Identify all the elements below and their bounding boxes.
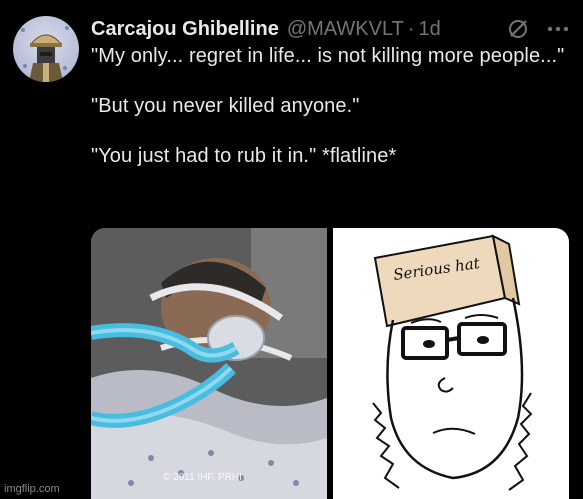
grok-icon[interactable] [507,18,529,40]
tweet-paragraph: "But you never killed anyone." [91,95,360,117]
user-handle[interactable]: @MAWKVLT [287,18,404,41]
tweet-paragraph: "You just had to rub it in." *flatline* [91,145,397,167]
avatar-image [21,26,69,82]
watermark: imgflip.com [4,483,60,495]
more-options-icon[interactable] [547,26,569,32]
avatar[interactable] [13,16,79,82]
tweet-media[interactable]: © 2011 IHF, PRHI Serious hat [91,228,569,499]
wojak-drawing[interactable]: Serious hat [333,228,569,499]
display-name[interactable]: Carcajou Ghibelline [91,18,279,41]
hospital-photo[interactable]: © 2011 IHF, PRHI [91,228,327,499]
tweet-text: "My only... regret in life... is not kil… [91,44,571,169]
timestamp[interactable]: 1d [418,18,440,41]
separator-dot: · [407,17,415,40]
photo-credit: © 2011 IHF, PRHI [163,472,242,483]
tweet-paragraph: "My only... regret in life... is not kil… [91,45,565,67]
tweet-header: Carcajou Ghibelline @MAWKVLT · 1d [91,14,569,44]
